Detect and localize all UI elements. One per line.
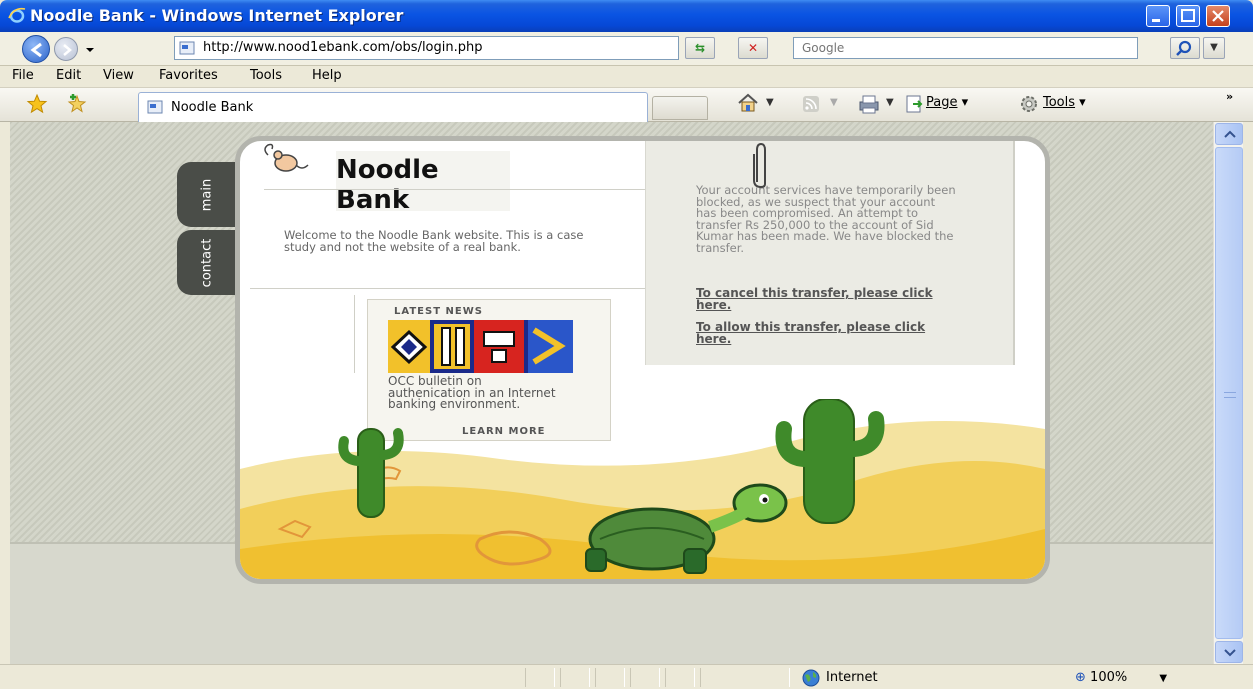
logo-line-1: Noodle [336,155,439,185]
close-icon [1212,10,1224,22]
divider [250,288,648,289]
divider [354,295,355,373]
chevron-down-icon: ▼ [1159,673,1168,684]
divider [264,189,659,190]
refresh-icon: ⇆ [694,41,706,55]
status-segment [630,668,660,687]
page-icon [147,100,163,114]
search-input[interactable] [794,38,1137,58]
nav-tab-main-label: main [199,178,215,211]
logo-box: Noodle Bank [336,151,510,215]
scroll-down-button[interactable] [1215,641,1243,663]
news-image [388,320,573,373]
maximize-icon [1181,9,1195,22]
address-field[interactable]: http://www.nood1ebank.com/obs/login.php [174,36,848,60]
add-favorite-icon[interactable] [66,93,88,115]
back-button[interactable] [22,35,50,63]
nav-tab-contact[interactable]: contact [177,230,237,295]
status-bar: Internet ⊕ 100% ▼ [0,664,1253,689]
minimize-icon [1152,19,1160,22]
home-icon[interactable] [737,93,759,113]
toolbar-overflow-icon[interactable]: » [1226,90,1233,103]
url-text: http://www.nood1ebank.com/obs/login.php [203,40,483,55]
minimize-button[interactable] [1146,5,1170,27]
tab-bar: Noodle Bank ▼ ▼ ▼ Page ▾ Tools ▾ » [0,88,1253,122]
status-segment [700,668,790,687]
home-dropdown-icon[interactable]: ▼ [766,97,774,108]
zoom-icon: ⊕ [1075,670,1086,685]
title-bar: Noodle Bank - Windows Internet Explorer [0,0,1253,32]
scroll-up-button[interactable] [1215,123,1243,145]
search-icon [1176,40,1192,56]
address-toolbar: http://www.nood1ebank.com/obs/login.php … [0,32,1253,66]
window-title: Noodle Bank - Windows Internet Explorer [30,6,404,25]
favorites-star-icon[interactable] [26,93,48,115]
back-arrow-icon [30,42,42,58]
chevron-down-icon: ▼ [1210,42,1218,53]
security-zone[interactable]: Internet [800,668,1000,687]
chevron-down-icon [1224,649,1236,657]
status-segment [525,668,555,687]
menu-help[interactable]: Help [312,68,342,83]
tab-noodle-bank[interactable]: Noodle Bank [138,92,648,122]
menu-view[interactable]: View [103,68,134,83]
print-dropdown-icon[interactable]: ▼ [886,97,894,108]
tools-menu-label: Tools [1043,95,1076,110]
stop-button[interactable]: ✕ [738,37,768,59]
nav-tab-main[interactable]: main [177,162,237,227]
allow-transfer-link[interactable]: To allow this transfer, please click her… [696,321,936,345]
chevron-up-icon [1224,130,1236,138]
page-menu-icon [906,95,923,113]
vertical-scrollbar[interactable] [1213,122,1243,664]
forward-arrow-icon [63,44,72,56]
noodle-bank-logo-icon [264,143,309,172]
feeds-icon[interactable] [802,95,820,113]
search-button[interactable] [1170,37,1200,59]
search-field[interactable] [793,37,1138,59]
feeds-dropdown-icon[interactable]: ▼ [830,97,838,108]
page-icon [179,41,195,55]
page-menu-button[interactable]: Page ▾ [926,95,968,110]
cancel-transfer-link[interactable]: To cancel this transfer, please click he… [696,287,936,311]
status-segment [560,668,590,687]
news-title: LATEST NEWS [394,306,483,317]
security-zone-label: Internet [826,670,878,685]
menu-tools[interactable]: Tools [250,68,282,83]
desert-scene [240,399,1045,579]
globe-icon [802,669,820,687]
ie-logo-icon [8,7,26,23]
stop-icon: ✕ [747,41,759,55]
forward-button[interactable] [54,37,78,61]
search-options-button[interactable]: ▼ [1203,37,1225,59]
nav-tab-contact-label: contact [199,238,215,287]
zoom-level[interactable]: ⊕ 100% ▼ [1075,670,1167,685]
page-menu-label: Page [926,95,958,110]
new-tab-button[interactable] [652,96,708,120]
welcome-text: Welcome to the Noodle Bank website. This… [284,228,584,254]
refresh-button[interactable]: ⇆ [685,37,715,59]
page-viewport: main contact Noodle Bank Welcome to the … [10,122,1213,664]
gear-icon [1021,96,1037,112]
notice-text: Your account services have temporarily b… [696,183,956,255]
account-notice-panel: Your account services have temporarily b… [645,141,1015,365]
paper-clip-icon [753,142,766,188]
zoom-level-label: 100% [1090,670,1128,685]
logo-title: Noodle Bank [336,155,439,215]
scroll-grip [1224,392,1236,398]
status-segment [595,668,625,687]
page-card: Noodle Bank Welcome to the Noodle Bank w… [235,136,1050,584]
tab-label: Noodle Bank [171,100,254,115]
menu-file[interactable]: File [12,68,34,83]
maximize-button[interactable] [1176,5,1200,27]
status-segment [665,668,695,687]
menu-favorites[interactable]: Favorites [159,68,218,83]
print-icon[interactable] [857,94,881,114]
recent-pages-dropdown-icon[interactable] [80,42,100,58]
menu-bar: File Edit View Favorites Tools Help [0,66,1253,88]
menu-edit[interactable]: Edit [56,68,81,83]
scroll-thumb[interactable] [1215,147,1243,639]
tools-menu-button[interactable]: Tools ▾ [1043,95,1086,110]
close-button[interactable] [1206,5,1230,27]
